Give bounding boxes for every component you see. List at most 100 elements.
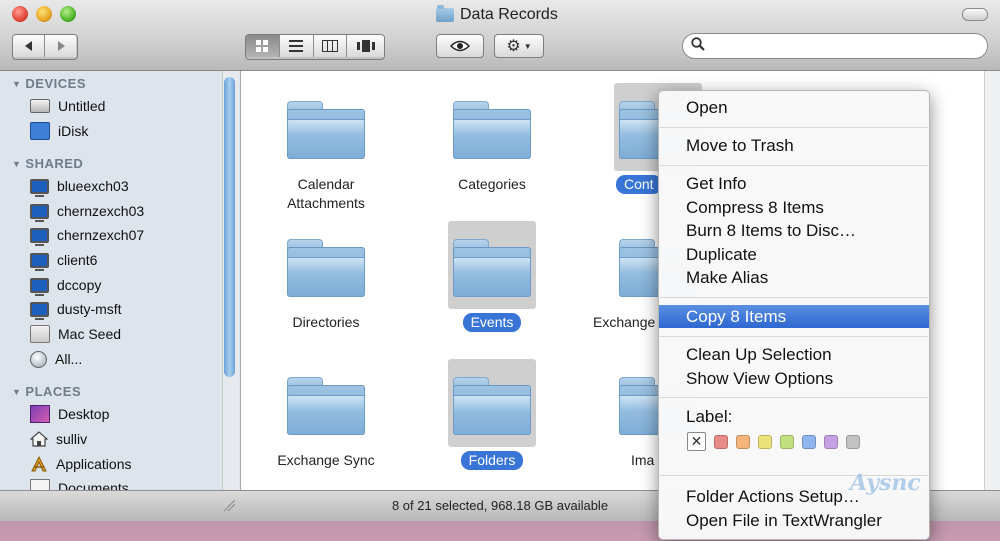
folder-item-directories[interactable]: Directories: [251, 219, 401, 349]
menu-item-compress[interactable]: Compress 8 Items: [659, 196, 929, 219]
eye-icon: [450, 40, 470, 52]
label-none-button[interactable]: ✕: [687, 432, 706, 451]
search-field[interactable]: [682, 33, 988, 59]
sidebar-item-applications[interactable]: Applications: [30, 453, 132, 475]
folder-icon: [453, 101, 531, 159]
menu-item-move-to-trash[interactable]: Move to Trash: [659, 134, 929, 157]
sidebar-item-mac-seed[interactable]: Mac Seed: [30, 323, 121, 345]
documents-icon: [30, 479, 50, 490]
sidebar-header-devices: ▼ DEVICES: [12, 76, 86, 91]
label-blue-swatch[interactable]: [802, 434, 816, 449]
view-switcher: [245, 34, 385, 60]
close-button[interactable]: [12, 6, 28, 22]
chevron-down-icon: ▼: [523, 41, 532, 51]
disclosure-triangle-icon[interactable]: ▼: [12, 387, 21, 397]
label-orange-swatch[interactable]: [736, 434, 750, 449]
list-view-button[interactable]: [279, 35, 314, 57]
sidebar-item-desktop[interactable]: Desktop: [30, 403, 109, 425]
sidebar-resize-handle[interactable]: [4, 500, 238, 512]
label-gray-swatch[interactable]: [846, 434, 860, 449]
menu-separator: [660, 297, 928, 298]
applications-icon: [31, 456, 47, 472]
icon-view-button[interactable]: [246, 35, 280, 57]
sidebar-item-documents[interactable]: Documents: [30, 477, 129, 490]
list-view-icon: [289, 40, 304, 52]
disclosure-triangle-icon[interactable]: ▼: [12, 159, 21, 169]
label-yellow-swatch[interactable]: [758, 434, 772, 449]
globe-icon: [30, 350, 47, 368]
status-text: 8 of 21 selected, 968.18 GB available: [391, 498, 609, 513]
sidebar-item-chernzexch03[interactable]: chernzexch03: [30, 200, 144, 222]
column-view-button[interactable]: [313, 35, 348, 57]
menu-item-burn[interactable]: Burn 8 Items to Disc…: [659, 219, 929, 242]
action-menu-button[interactable]: ⚙ ▼: [494, 34, 544, 58]
folder-label: Directories: [292, 314, 360, 330]
gear-icon: ⚙: [506, 38, 521, 55]
folder-icon: [287, 101, 365, 159]
folder-icon: [287, 377, 365, 435]
sidebar-item-dusty-msft[interactable]: dusty-msft: [30, 298, 122, 320]
menu-item-clean-up-selection[interactable]: Clean Up Selection: [659, 343, 929, 366]
folder-item-exchange-sync[interactable]: Exchange Sync: [251, 357, 401, 487]
left-arrow-icon: [24, 41, 32, 51]
folder-item-categories[interactable]: Categories: [417, 81, 567, 211]
menu-separator: [660, 127, 928, 128]
menu-item-show-view-options[interactable]: Show View Options: [659, 367, 929, 390]
drive-icon: [30, 99, 50, 113]
sidebar-item-idisk[interactable]: iDisk: [30, 120, 88, 142]
monitor-icon: [30, 252, 49, 271]
toolbar: Data Records ⚙ ▼: [0, 0, 1000, 71]
folder-item-calendar-attachments[interactable]: Calendar Attachments: [251, 81, 401, 211]
minimize-button[interactable]: [36, 6, 52, 22]
label-red-swatch[interactable]: [714, 434, 728, 449]
folder-label: Folders: [417, 451, 567, 470]
monitor-icon: [30, 203, 49, 222]
column-view-icon: [321, 40, 338, 52]
coverflow-view-icon: [356, 40, 375, 52]
sidebar-item-all[interactable]: All...: [30, 348, 82, 370]
label-purple-swatch[interactable]: [824, 434, 838, 449]
sidebar-item-untitled[interactable]: Untitled: [30, 95, 105, 117]
folder-item-events[interactable]: Events: [417, 219, 567, 349]
sidebar-item-chernzexch07[interactable]: chernzexch07: [30, 224, 144, 246]
search-input[interactable]: [711, 37, 975, 57]
menu-item-copy[interactable]: Copy 8 Items: [659, 305, 929, 328]
disclosure-triangle-icon[interactable]: ▼: [12, 79, 21, 89]
monitor-icon: [30, 277, 49, 296]
content-scrollbar[interactable]: [984, 71, 1000, 490]
label-heading: Label:: [686, 407, 733, 426]
menu-item-get-info[interactable]: Get Info: [659, 172, 929, 195]
right-arrow-icon: [57, 41, 65, 51]
folder-icon: [436, 5, 454, 22]
sidebar-item-sulliv[interactable]: sulliv: [30, 428, 87, 450]
folder-label: Categories: [458, 176, 526, 192]
quicklook-button[interactable]: [436, 34, 484, 58]
window-title-text: Data Records: [460, 6, 558, 23]
coverflow-view-button[interactable]: [347, 35, 384, 57]
sidebar-scrollbar-thumb[interactable]: [224, 77, 235, 377]
desktop-icon: [30, 405, 50, 423]
toolbar-toggle-button[interactable]: [962, 8, 988, 21]
menu-item-make-alias[interactable]: Make Alias: [659, 266, 929, 289]
sidebar-item-client6[interactable]: client6: [30, 249, 97, 271]
monitor-icon: [30, 301, 49, 320]
folder-item-folders[interactable]: Folders: [417, 357, 567, 487]
forward-button[interactable]: [45, 35, 76, 57]
sidebar-item-dccopy[interactable]: dccopy: [30, 274, 101, 296]
nav-buttons: [12, 34, 78, 60]
folder-label: Calendar Attachments: [287, 176, 365, 211]
watermark: Aysnc: [850, 470, 921, 496]
menu-item-duplicate[interactable]: Duplicate: [659, 243, 929, 266]
menu-item-open[interactable]: Open: [659, 96, 929, 119]
label-color-swatches: ✕: [687, 432, 860, 451]
sidebar-header-shared: ▼ SHARED: [12, 156, 84, 171]
label-green-swatch[interactable]: [780, 434, 794, 449]
menu-item-open-in-textwrangler[interactable]: Open File in TextWrangler: [659, 509, 929, 532]
menu-separator: [660, 165, 928, 166]
zoom-button[interactable]: [60, 6, 76, 22]
back-button[interactable]: [13, 35, 45, 57]
folder-icon: [453, 239, 531, 297]
search-icon: [691, 37, 705, 55]
sidebar-item-blueexch03[interactable]: blueexch03: [30, 175, 129, 197]
sidebar: ▼ DEVICES Untitled iDisk ▼ SHARED blueexch…: [0, 71, 241, 490]
